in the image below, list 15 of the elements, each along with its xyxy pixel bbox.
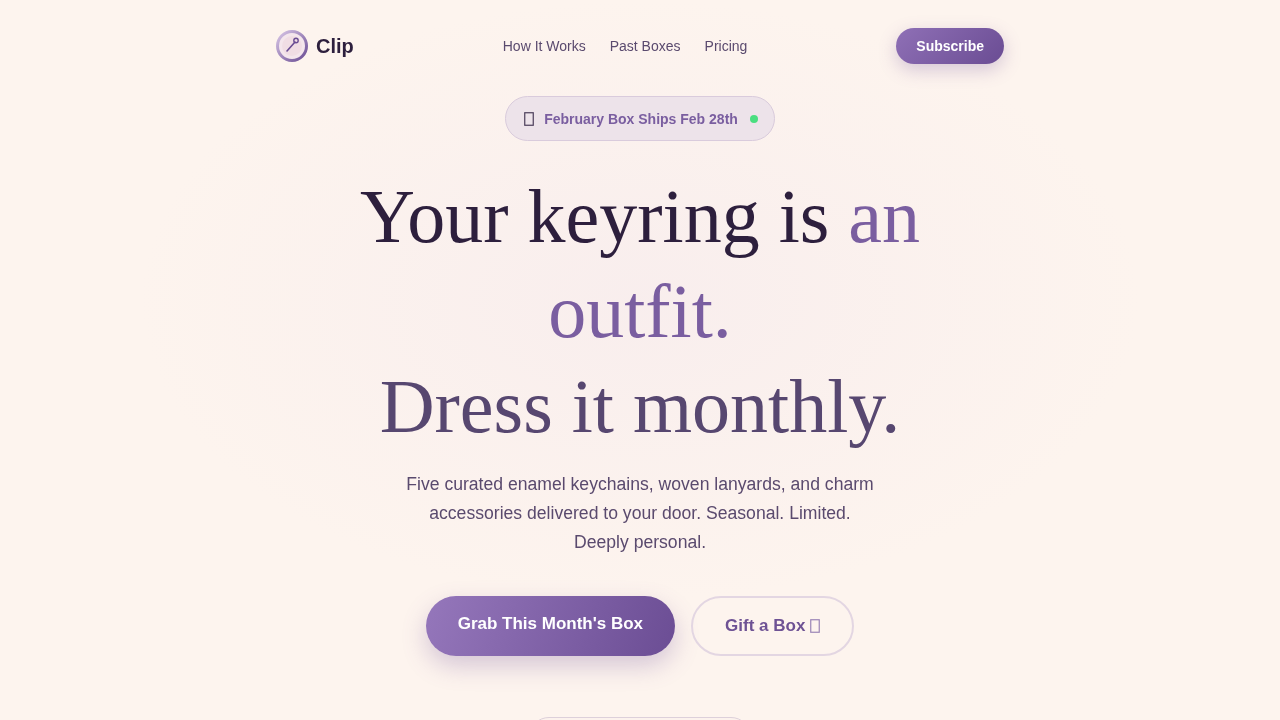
gift-button[interactable]: Gift a Box (691, 596, 855, 656)
status-dot-icon (749, 114, 758, 123)
hero-headline: Your keyring is an outfit. (358, 173, 922, 355)
hero-subheadline: Dress it monthly. (379, 363, 901, 450)
brand-name: Clip (316, 34, 354, 58)
missing-glyph-icon (810, 619, 821, 633)
primary-cta-button[interactable]: Grab This Month's Box (425, 596, 676, 656)
nav-link[interactable]: Past Boxes (609, 38, 681, 54)
subscribe-button[interactable]: Subscribe (896, 28, 1004, 64)
hero-description: Five curated enamel keychains, woven lanyards, and charm accessories delivered to your door. Seasonal. Limited. Deeply personal. (405, 473, 875, 554)
missing-glyph-icon (524, 111, 535, 126)
nav-link[interactable]: Pricing (704, 38, 748, 54)
announcement-text: February Box Ships Feb 28th (544, 110, 738, 127)
nav-link[interactable]: How It Works (502, 38, 586, 54)
keychain-logo-icon (276, 30, 308, 62)
